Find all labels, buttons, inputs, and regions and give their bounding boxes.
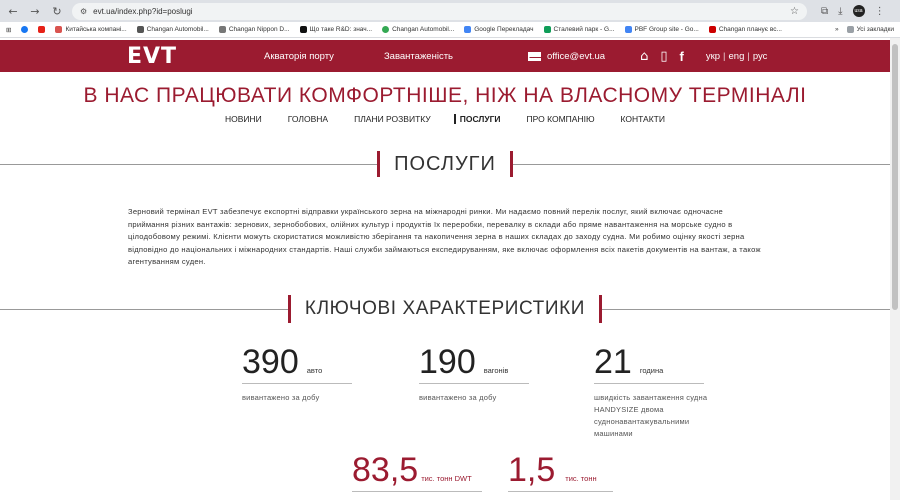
bookmark-item[interactable]: Що таке R&D: знач...: [299, 26, 372, 33]
bookmarks-bar: ⊞ Китайська компані... Changan Automobil…: [0, 22, 900, 38]
stat-unit: година: [639, 366, 664, 375]
stat-desc: вивантажено за добу: [242, 393, 320, 402]
bookmark-item[interactable]: Changan Automobil...: [382, 26, 454, 33]
stat-rule: [242, 383, 352, 384]
stat-rule: [508, 491, 613, 492]
page-scrollbar[interactable]: [890, 38, 900, 500]
apps-icon[interactable]: ⊞: [6, 26, 11, 34]
site-header: EVT Акваторія порту Завантаженість offic…: [0, 40, 890, 72]
nav-home[interactable]: ГОЛОВНА: [275, 114, 341, 124]
stat-rule: [352, 491, 482, 492]
all-bookmarks[interactable]: Усі закладки: [846, 26, 894, 33]
url-text: evt.ua/index.php?id=poslugi: [93, 6, 193, 16]
link-aquatoria[interactable]: Акваторія порту: [264, 51, 334, 62]
bookmark-item[interactable]: Google Перекладач: [464, 26, 534, 33]
nav-about[interactable]: ПРО КОМПАНІЮ: [514, 114, 608, 124]
extensions-icon[interactable]: ⧉: [821, 6, 828, 17]
divider-line: [0, 163, 378, 165]
email-text: office@evt.ua: [547, 50, 606, 62]
bookmark-item[interactable]: Changan Automobil...: [136, 26, 209, 33]
back-icon[interactable]: ←: [6, 4, 20, 18]
lang-separator: |: [723, 50, 726, 62]
nav-news[interactable]: НОВИНИ: [212, 114, 275, 124]
browser-toolbar: ← → ↻ ⚙ evt.ua/index.php?id=poslugi ☆ ⧉ …: [0, 0, 900, 22]
browser-menu-icon[interactable]: ⋮: [875, 6, 885, 17]
stat-hours: 21 година швидкість завантаження судна H…: [594, 343, 724, 440]
services-description: Зерновий термінал EVT забезпечує експорт…: [128, 207, 761, 267]
stat-unit: тис. тонн DWT: [421, 474, 472, 483]
nav-contacts[interactable]: КОНТАКТИ: [608, 114, 678, 124]
scrollbar-thumb[interactable]: [892, 44, 898, 310]
divider-line: [512, 163, 890, 165]
divider-line: [0, 308, 288, 310]
site-info-icon[interactable]: ⚙: [80, 7, 87, 16]
lang-rus[interactable]: рус: [753, 51, 768, 62]
more-bookmarks-icon[interactable]: »: [835, 26, 839, 33]
nav-services[interactable]: ПОСЛУГИ: [453, 114, 514, 124]
services-title: ПОСЛУГИ: [394, 152, 496, 175]
stat-rule: [419, 383, 529, 384]
stat-value: 390: [242, 343, 299, 381]
bookmark-item[interactable]: Changan Nippon D...: [218, 26, 290, 33]
link-load[interactable]: Завантаженість: [384, 51, 453, 62]
stat-wagons: 190 вагонів вивантажено за добу: [419, 343, 549, 404]
address-bar[interactable]: ⚙ evt.ua/index.php?id=poslugi ☆: [72, 2, 807, 20]
bookmark-item[interactable]: PBF Group site - Go...: [624, 26, 699, 33]
key-heading: КЛЮЧОВІ ХАРАКТЕРИСТИКИ: [0, 295, 890, 323]
bookmark-youtube[interactable]: [38, 26, 46, 33]
phone-icon[interactable]: ▯: [660, 49, 667, 64]
main-nav: НОВИНИ ГОЛОВНА ПЛАНИ РОЗВИТКУ ПОСЛУГИ ПР…: [0, 114, 890, 124]
bookmark-item[interactable]: Сталевий парк - G...: [543, 26, 615, 33]
evt-logo[interactable]: EVT: [127, 44, 197, 69]
stat-value: 1,5: [508, 451, 556, 489]
nav-plans[interactable]: ПЛАНИ РОЗВИТКУ: [341, 114, 444, 124]
stat-value: 21: [594, 343, 632, 381]
lang-eng[interactable]: eng: [729, 51, 745, 62]
stat-rule: [594, 383, 704, 384]
stat-value: 83,5: [352, 451, 419, 489]
divider-line: [602, 308, 890, 310]
stat-unit: авто: [306, 366, 323, 375]
mail-icon: [528, 51, 542, 61]
facebook-icon[interactable]: f: [680, 49, 684, 64]
stat-desc: швидкість завантаження судна HANDYSIZE д…: [594, 393, 708, 438]
stat-desc: вивантажено за добу: [419, 393, 497, 402]
page-slogan: В НАС ПРАЦЮВАТИ КОМФОРТНІШЕ, НІЖ НА ВЛАС…: [83, 84, 807, 107]
lang-separator: |: [747, 50, 750, 62]
stat-dwt: 83,5 тис. тонн DWT: [352, 451, 482, 492]
bookmark-item[interactable]: Changan планує вс...: [708, 26, 782, 33]
stat-unit: вагонів: [483, 366, 509, 375]
stat-storage: 1,5 тис. тонн: [508, 451, 613, 492]
email-link[interactable]: office@evt.ua: [528, 51, 605, 62]
stat-unit: тис. тонн: [565, 474, 597, 483]
stat-value: 190: [419, 343, 476, 381]
stat-cars: 390 авто вивантажено за добу: [242, 343, 372, 404]
home-icon[interactable]: ⌂: [640, 49, 648, 64]
services-heading: ПОСЛУГИ: [0, 151, 890, 177]
downloads-icon[interactable]: ⤓: [838, 6, 842, 17]
lang-ukr[interactable]: укр: [706, 51, 720, 62]
reload-icon[interactable]: ↻: [50, 4, 64, 18]
bookmark-facebook[interactable]: [21, 26, 29, 33]
forward-icon[interactable]: →: [28, 4, 42, 18]
key-title: КЛЮЧОВІ ХАРАКТЕРИСТИКИ: [304, 298, 586, 319]
profile-avatar[interactable]: usa: [852, 5, 865, 17]
bookmark-item[interactable]: Китайська компані...: [55, 26, 127, 33]
bookmark-star-icon[interactable]: ☆: [790, 6, 799, 17]
